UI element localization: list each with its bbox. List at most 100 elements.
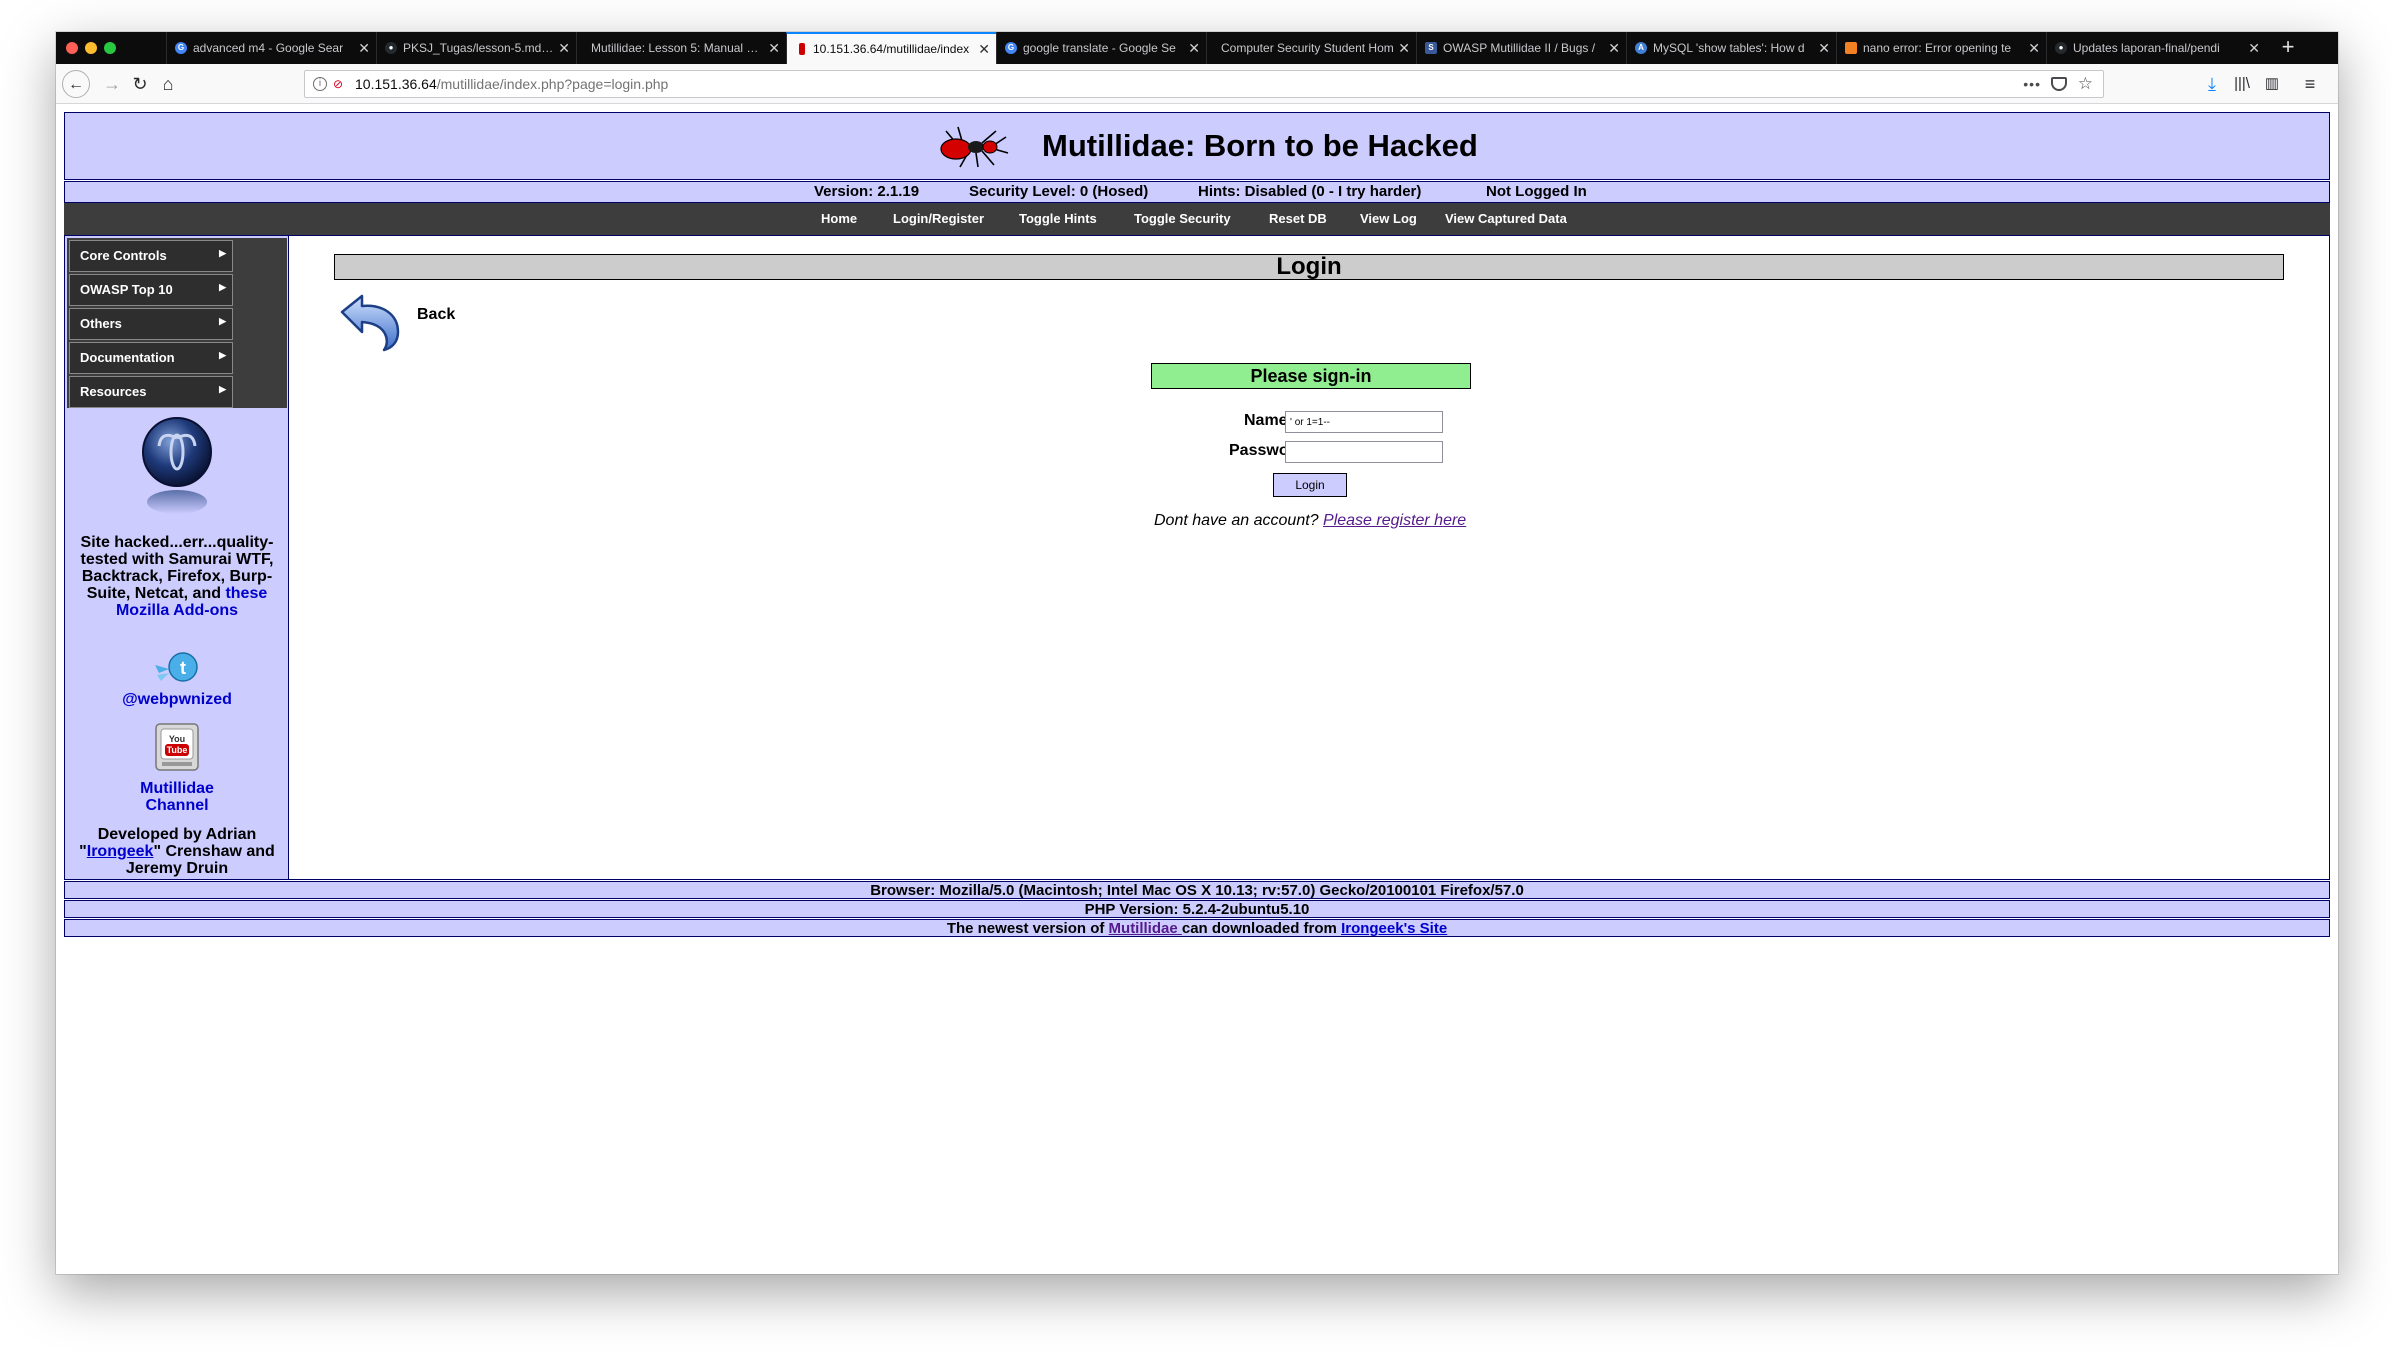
these-link[interactable]: these xyxy=(225,585,267,602)
menu-view-captured-data-link[interactable]: View Captured Data xyxy=(1445,203,1567,235)
pocket-icon[interactable] xyxy=(2051,77,2067,91)
url-text[interactable]: 10.151.36.64/mutillidae/index.php?page=l… xyxy=(355,71,668,98)
site-header: Mutillidae: Born to be Hacked xyxy=(64,112,2330,180)
chevron-right-icon: ▶ xyxy=(219,316,226,326)
menu-toggle-security-link[interactable]: Toggle Security xyxy=(1134,203,1231,235)
hacked-text-3: Backtrack, Firefox, Burp- xyxy=(81,568,273,585)
bookmark-star-icon[interactable]: ☆ xyxy=(2078,71,2093,97)
svg-text:You: You xyxy=(169,734,185,744)
menu-reset-db-link[interactable]: Reset DB xyxy=(1269,203,1327,235)
youtube-tv-icon[interactable]: You Tube xyxy=(154,720,200,774)
login-button[interactable]: Login xyxy=(1273,473,1347,497)
tab-title: nano error: Error opening te xyxy=(1863,41,2012,55)
close-tab-icon[interactable]: ✕ xyxy=(2248,32,2260,64)
youtube-channel-link-1[interactable]: Mutillidae xyxy=(75,780,279,797)
browser-tab[interactable]: ● PKSJ_Tugas/lesson-5.md at ✕ xyxy=(376,32,576,64)
register-link[interactable]: Please register here xyxy=(1323,512,1466,529)
mozilla-addons-link[interactable]: Mozilla Add-ons xyxy=(75,602,279,619)
new-tab-button[interactable]: + xyxy=(2274,32,2302,64)
close-tab-icon[interactable]: ✕ xyxy=(1398,32,1410,64)
page-content: Mutillidae: Born to be Hacked Version: 2… xyxy=(56,104,2338,1274)
back-arrow-icon[interactable]: ← xyxy=(62,70,90,98)
footer-newest-prefix: The newest version of xyxy=(946,920,1109,937)
close-tab-icon[interactable]: ✕ xyxy=(1608,32,1620,64)
hamburger-menu-icon[interactable]: ≡ xyxy=(2296,70,2324,98)
close-tab-icon[interactable]: ✕ xyxy=(558,32,570,64)
library-icon[interactable]: |||\ xyxy=(2228,70,2256,98)
signin-header: Please sign-in xyxy=(1151,363,1471,389)
browser-tab[interactable]: nano error: Error opening te ✕ xyxy=(1836,32,2046,64)
close-tab-icon[interactable]: ✕ xyxy=(1188,32,1200,64)
name-input[interactable] xyxy=(1285,411,1443,433)
forward-arrow-icon[interactable]: → xyxy=(98,70,126,98)
password-input[interactable] xyxy=(1285,441,1443,463)
browser-tab[interactable]: Mutillidae: Lesson 5: Manual SQL ✕ xyxy=(576,32,786,64)
svg-text:Tube: Tube xyxy=(167,745,188,755)
menu-home-link[interactable]: Home xyxy=(821,203,857,235)
twitter-handle-link[interactable]: @webpwnized xyxy=(75,691,279,708)
info-icon[interactable]: i xyxy=(313,77,327,91)
browser-tab[interactable]: ● Updates laporan-final/pendi ✕ xyxy=(2046,32,2266,64)
github-icon: ● xyxy=(385,42,397,54)
url-host: 10.151.36.64 xyxy=(355,76,437,92)
left-menu-label: Resources xyxy=(80,384,147,399)
window-close-button[interactable] xyxy=(66,42,78,54)
browser-tab[interactable]: A MySQL 'show tables': How d ✕ xyxy=(1626,32,1836,64)
reload-icon[interactable]: ↻ xyxy=(126,70,154,98)
browser-tab[interactable]: Computer Security Student Hom ✕ xyxy=(1206,32,1416,64)
irongeek-site-link[interactable]: Irongeek's Site xyxy=(1341,920,1447,937)
back-arrow-icon[interactable] xyxy=(336,292,402,352)
hints-label: Hints: Disabled (0 - I try harder) xyxy=(1198,183,1422,200)
home-icon[interactable]: ⌂ xyxy=(154,70,182,98)
sidebar-icon[interactable]: ▥ xyxy=(2258,70,2286,98)
back-link[interactable]: Back xyxy=(417,306,455,324)
site-title: Mutillidae: Born to be Hacked xyxy=(1042,128,1478,163)
left-menu-owasp-top-10[interactable]: OWASP Top 10 ▶ xyxy=(69,274,233,306)
tab-title: 10.151.36.64/mutillidae/index xyxy=(813,42,970,56)
page-actions-icon[interactable]: ••• xyxy=(2023,71,2041,97)
mutillidae-icon xyxy=(799,43,805,55)
tab-title: advanced m4 - Google Sear xyxy=(193,41,344,55)
chevron-right-icon: ▶ xyxy=(219,248,226,258)
browser-tab[interactable]: S OWASP Mutillidae II / Bugs / ✕ xyxy=(1416,32,1626,64)
close-tab-icon[interactable]: ✕ xyxy=(358,32,370,64)
developer-credit-3: Jeremy Druin xyxy=(125,860,229,877)
tab-title: MySQL 'show tables': How d xyxy=(1653,41,1805,55)
tab-title: OWASP Mutillidae II / Bugs / xyxy=(1443,41,1596,55)
github-icon: ● xyxy=(2055,42,2067,54)
left-menu-documentation[interactable]: Documentation ▶ xyxy=(69,342,233,374)
version-label: Version: 2.1.19 xyxy=(814,183,920,200)
mutillidae-download-link[interactable]: Mutillidae xyxy=(1109,920,1182,937)
irongeek-link[interactable]: Irongeek xyxy=(87,843,154,860)
url-bar[interactable]: i ⊘ 10.151.36.64/mutillidae/index.php?pa… xyxy=(304,70,2104,98)
close-tab-icon[interactable]: ✕ xyxy=(768,32,780,64)
close-tab-icon[interactable]: ✕ xyxy=(978,34,990,64)
chevron-right-icon: ▶ xyxy=(219,282,226,292)
close-tab-icon[interactable]: ✕ xyxy=(1818,32,1830,64)
owasp-wasp-logo-icon[interactable] xyxy=(139,416,215,518)
left-menu-resources[interactable]: Resources ▶ xyxy=(69,376,233,408)
window-minimize-button[interactable] xyxy=(85,42,97,54)
twitter-bird-icon[interactable]: t xyxy=(153,651,201,687)
browser-tab[interactable]: G advanced m4 - Google Sear ✕ xyxy=(166,32,376,64)
download-icon[interactable]: ⤓ xyxy=(2198,70,2226,98)
browser-tab-active[interactable]: 10.151.36.64/mutillidae/index ✕ xyxy=(786,32,996,64)
left-menu-core-controls[interactable]: Core Controls ▶ xyxy=(69,240,233,272)
left-menu-others[interactable]: Others ▶ xyxy=(69,308,233,340)
left-sidebar: Core Controls ▶ OWASP Top 10 ▶ Others ▶ Doc… xyxy=(65,236,289,879)
window-maximize-button[interactable] xyxy=(104,42,116,54)
developer-credit-1: Developed by Adrian xyxy=(97,826,257,843)
name-label: Name xyxy=(1244,412,1288,429)
main-content: Login Back Please sign-in Name Password xyxy=(290,236,2329,879)
content-frame: Core Controls ▶ OWASP Top 10 ▶ Others ▶ Doc… xyxy=(64,235,2330,880)
insecure-lock-icon[interactable]: ⊘ xyxy=(333,77,345,91)
youtube-channel-link-2[interactable]: Channel xyxy=(75,797,279,814)
browser-tab[interactable]: G google translate - Google Se ✕ xyxy=(996,32,1206,64)
close-tab-icon[interactable]: ✕ xyxy=(2028,32,2040,64)
menu-toggle-hints-link[interactable]: Toggle Hints xyxy=(1019,203,1097,235)
chevron-right-icon: ▶ xyxy=(219,350,226,360)
left-menu-label: Core Controls xyxy=(80,248,167,263)
footer-php-version: PHP Version: 5.2.4-2ubuntu5.10 xyxy=(64,900,2330,918)
menu-view-log-link[interactable]: View Log xyxy=(1360,203,1417,235)
menu-login-register-link[interactable]: Login/Register xyxy=(893,203,984,235)
